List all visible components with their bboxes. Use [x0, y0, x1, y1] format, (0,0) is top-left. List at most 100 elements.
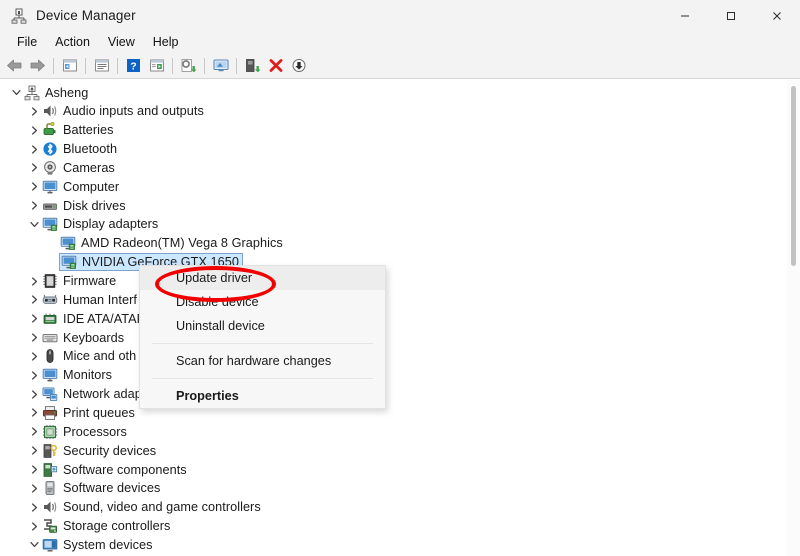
- tree-item-label: Processors: [63, 425, 127, 439]
- menu-view[interactable]: View: [99, 34, 144, 50]
- chevron-right-icon[interactable]: [26, 196, 42, 215]
- bluetooth-icon: [42, 141, 58, 157]
- speaker-icon: [42, 499, 58, 515]
- toolbar-separator-2: [85, 58, 86, 74]
- toolbar: ?: [0, 53, 800, 79]
- ctx-uninstall-device[interactable]: Uninstall device: [140, 314, 385, 338]
- tree-item[interactable]: Software devices: [26, 479, 160, 498]
- ctx-properties[interactable]: Properties: [140, 384, 385, 408]
- chevron-right-icon[interactable]: [26, 309, 42, 328]
- tree-item[interactable]: Network adap: [26, 385, 142, 404]
- human-interface-icon: [42, 292, 58, 308]
- ctx-scan-hardware-changes[interactable]: Scan for hardware changes: [140, 349, 385, 373]
- chevron-right-icon[interactable]: [26, 366, 42, 385]
- forward-button[interactable]: [26, 55, 49, 77]
- chevron-right-icon[interactable]: [26, 422, 42, 441]
- tree-item[interactable]: IDE ATA/ATAP: [26, 309, 145, 328]
- ctx-update-driver[interactable]: Update driver: [140, 266, 385, 290]
- scan-for-hardware-changes-button[interactable]: [209, 55, 232, 77]
- chevron-right-icon[interactable]: [26, 158, 42, 177]
- chevron-down-icon[interactable]: [8, 83, 24, 102]
- enable-device-button[interactable]: [241, 55, 264, 77]
- menu-file[interactable]: File: [8, 34, 46, 50]
- toolbar-separator-3: [117, 58, 118, 74]
- tree-spacer: [44, 234, 60, 253]
- toolbar-separator-4: [172, 58, 173, 74]
- tree-item[interactable]: Print queues: [26, 403, 135, 422]
- properties-button[interactable]: [90, 55, 113, 77]
- chevron-right-icon[interactable]: [26, 347, 42, 366]
- back-arrow-icon: [6, 58, 23, 73]
- tree-item[interactable]: Asheng: [8, 83, 88, 102]
- maximize-button[interactable]: [708, 0, 754, 31]
- tree-item-content: Disk drives: [42, 198, 126, 214]
- vertical-scrollbar[interactable]: [787, 80, 800, 556]
- tree-item-content: Audio inputs and outputs: [42, 103, 204, 119]
- tree-item[interactable]: Storage controllers: [26, 517, 170, 536]
- help-question-icon: ?: [126, 58, 141, 73]
- window-controls: [662, 0, 800, 31]
- tree-item[interactable]: Display adapters: [26, 215, 158, 234]
- ctx-disable-device[interactable]: Disable device: [140, 290, 385, 314]
- toolbar-separator-6: [236, 58, 237, 74]
- show-hide-console-tree-button[interactable]: [145, 55, 168, 77]
- device-tree[interactable]: AshengAudio inputs and outputs BatteriesB…: [0, 80, 800, 556]
- tree-item-label: IDE ATA/ATAP: [63, 312, 145, 326]
- tree-item[interactable]: Batteries: [26, 121, 114, 140]
- chevron-right-icon[interactable]: [26, 517, 42, 536]
- context-menu[interactable]: Update driver Disable device Uninstall d…: [139, 265, 386, 409]
- tree-item[interactable]: Computer: [26, 177, 119, 196]
- chevron-right-icon[interactable]: [26, 272, 42, 291]
- add-legacy-hardware-button[interactable]: [287, 55, 310, 77]
- help-button[interactable]: ?: [122, 55, 145, 77]
- chevron-right-icon[interactable]: [26, 121, 42, 140]
- back-button[interactable]: [3, 55, 26, 77]
- chevron-right-icon[interactable]: [26, 290, 42, 309]
- menu-action[interactable]: Action: [46, 34, 99, 50]
- tree-item-content: Network adap: [42, 386, 142, 402]
- chevron-right-icon[interactable]: [26, 403, 42, 422]
- tree-item[interactable]: Disk drives: [26, 196, 126, 215]
- chevron-down-icon[interactable]: [26, 215, 42, 234]
- tree-item[interactable]: Cameras: [26, 158, 115, 177]
- processor-icon: [42, 424, 58, 440]
- chevron-right-icon[interactable]: [26, 328, 42, 347]
- scrollbar-thumb[interactable]: [791, 86, 796, 266]
- chevron-right-icon[interactable]: [26, 460, 42, 479]
- tree-item[interactable]: Software components: [26, 460, 187, 479]
- chevron-right-icon[interactable]: [26, 102, 42, 121]
- up-one-level-button[interactable]: [58, 55, 81, 77]
- close-button[interactable]: [754, 0, 800, 31]
- tree-item[interactable]: Processors: [26, 422, 127, 441]
- tree-item[interactable]: Security devices: [26, 441, 156, 460]
- tree-item-content: Processors: [42, 424, 127, 440]
- toolbar-separator-5: [204, 58, 205, 74]
- chevron-right-icon[interactable]: [26, 177, 42, 196]
- minimize-button[interactable]: [662, 0, 708, 31]
- context-menu-separator-1: [152, 343, 373, 344]
- tree-item[interactable]: Keyboards: [26, 328, 124, 347]
- monitor-icon: [42, 367, 58, 383]
- tree-item[interactable]: Human Interf: [26, 290, 137, 309]
- battery-icon: [42, 122, 58, 138]
- chevron-right-icon[interactable]: [26, 498, 42, 517]
- uninstall-device-button[interactable]: [264, 55, 287, 77]
- tree-item[interactable]: System devices: [26, 535, 153, 554]
- tree-item[interactable]: Audio inputs and outputs: [26, 102, 204, 121]
- tree-item[interactable]: Monitors: [26, 366, 112, 385]
- tree-item-content: Mice and oth: [42, 348, 136, 364]
- menu-help[interactable]: Help: [144, 34, 188, 50]
- tree-item[interactable]: Sound, video and game controllers: [26, 498, 261, 517]
- tree-item[interactable]: AMD Radeon(TM) Vega 8 Graphics: [44, 234, 283, 253]
- chevron-right-icon[interactable]: [26, 140, 42, 159]
- tree-item[interactable]: Mice and oth: [26, 347, 136, 366]
- tree-item-content: Human Interf: [42, 292, 137, 308]
- tree-item[interactable]: Firmware: [26, 272, 116, 291]
- chevron-right-icon[interactable]: [26, 441, 42, 460]
- chevron-right-icon[interactable]: [26, 479, 42, 498]
- update-driver-button[interactable]: [177, 55, 200, 77]
- chevron-down-icon[interactable]: [26, 535, 42, 554]
- chevron-right-icon[interactable]: [26, 385, 42, 404]
- computer-root-icon: [24, 85, 40, 101]
- tree-item[interactable]: Bluetooth: [26, 140, 117, 159]
